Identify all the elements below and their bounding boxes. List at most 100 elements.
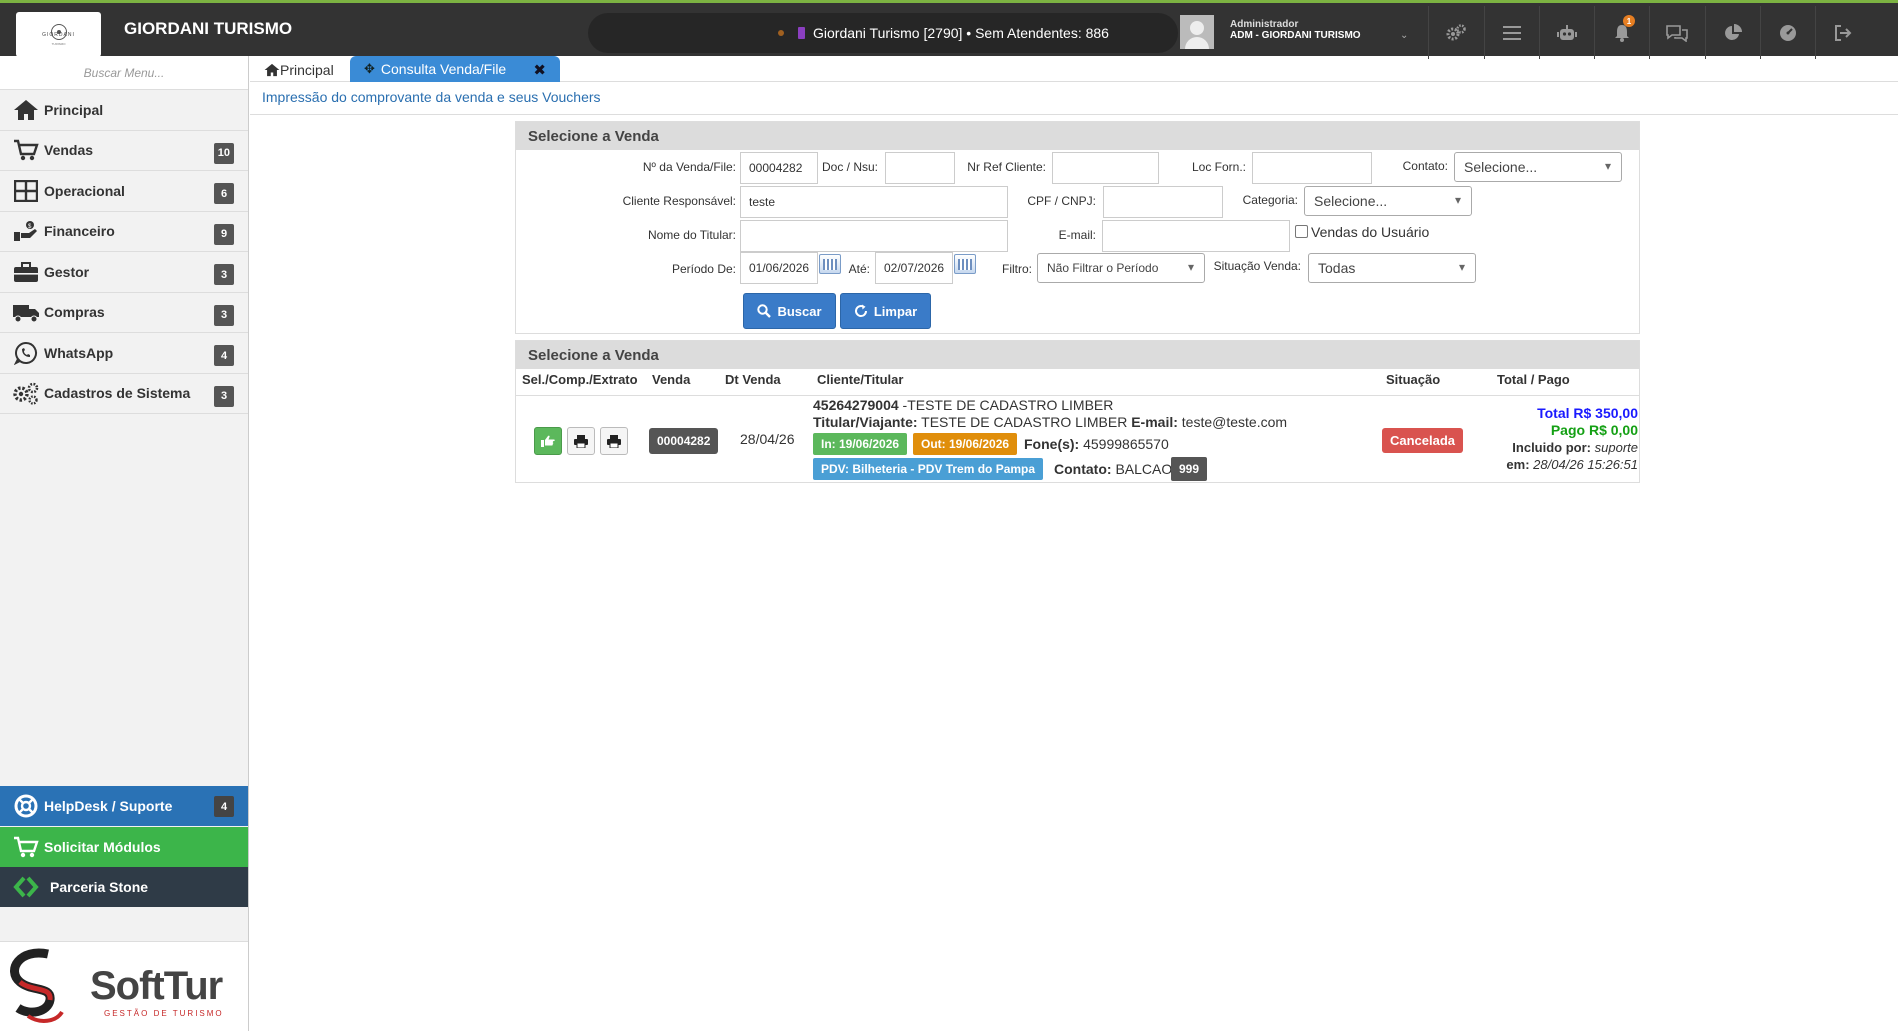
close-icon[interactable]: ✖: [533, 61, 546, 79]
email-input[interactable]: [1102, 220, 1290, 252]
notification-badge: 1: [1623, 15, 1635, 27]
column-header: Total / Pago: [1497, 372, 1570, 387]
sidebar-item-solicitar-modulos[interactable]: Solicitar Módulos: [0, 827, 248, 867]
em-line: em: 28/04/26 15:26:51: [1506, 457, 1638, 472]
locforn-input[interactable]: [1252, 152, 1372, 184]
sidebar-item-vendas[interactable]: Vendas 10: [0, 131, 248, 171]
sidebar-item-gestor[interactable]: Gestor 3: [0, 252, 248, 293]
logo-text: GIORDANI: [42, 31, 75, 38]
incluido-line: Incluido por: suporte: [1512, 440, 1638, 455]
situacao-select[interactable]: Todas: [1308, 253, 1476, 283]
incluido-value: suporte: [1594, 440, 1638, 455]
periodo-de-input[interactable]: 01/06/2026: [740, 252, 818, 284]
pdv-badge: PDV: Bilheteria - PDV Trem do Pampa: [813, 458, 1044, 480]
fone-line: Fone(s): 45999865570: [1024, 436, 1169, 452]
sidebar-item-principal[interactable]: Principal: [0, 90, 248, 131]
column-header: Cliente/Titular: [817, 372, 904, 387]
cliente-code: 45264279004: [813, 397, 899, 413]
fone-label: Fone(s):: [1024, 436, 1080, 452]
fone-value: 45999865570: [1083, 436, 1169, 452]
user-role: Administrador: [1230, 19, 1299, 30]
whatsapp-icon: [12, 339, 40, 367]
tab-bar: Principal ✥ Consulta Venda/File ✖: [250, 56, 1898, 82]
calendar-icon[interactable]: [954, 254, 976, 274]
robot-icon: [1557, 24, 1577, 40]
logout-button[interactable]: [1815, 6, 1870, 59]
sidebar-item-helpdesk[interactable]: HelpDesk / Suporte 4: [0, 786, 248, 826]
sidebar-item-compras[interactable]: Compras 3: [0, 293, 248, 333]
agency-info-text: Giordani Turismo [2790] • Sem Atendentes…: [813, 25, 1109, 41]
panel-title: Selecione a Venda: [516, 341, 1639, 369]
contato-label: Contato:: [1402, 159, 1448, 173]
phone-icon: [798, 27, 805, 39]
doc-input[interactable]: [885, 152, 955, 184]
categoria-label: Categoria:: [1242, 193, 1298, 207]
user-menu[interactable]: Administrador ADM - GIORDANI TURISMO ⌄: [1180, 6, 1420, 59]
reports-button[interactable]: [1705, 6, 1760, 59]
menu-button[interactable]: [1484, 6, 1539, 59]
tab-consulta-venda[interactable]: ✥ Consulta Venda/File ✖: [350, 56, 560, 82]
settings-button[interactable]: [1428, 6, 1483, 59]
robot-button[interactable]: [1539, 6, 1594, 59]
pago-value: Pago R$ 0,00: [1550, 422, 1638, 438]
titular-value: TESTE DE CADASTRO LIMBER: [921, 414, 1128, 430]
sidebar-item-operacional[interactable]: Operacional 6: [0, 171, 248, 212]
sidebar-item-financeiro[interactable]: $ Financeiro 9: [0, 212, 248, 252]
venda-number-badge[interactable]: 00004282: [649, 428, 719, 454]
contato-label: Contato:: [1054, 461, 1112, 477]
move-icon: ✥: [364, 61, 375, 76]
tab-label: Principal: [280, 62, 334, 78]
tab-principal[interactable]: Principal: [264, 58, 334, 82]
panel-title: Selecione a Venda: [516, 122, 1639, 150]
email-value: teste@teste.com: [1181, 414, 1288, 430]
brand-title: GIORDANI TURISMO: [124, 19, 293, 38]
cpf-input[interactable]: [1103, 186, 1223, 218]
tab-label: Consulta Venda/File: [380, 61, 507, 77]
logo-subtext: TURISMO: [51, 41, 66, 46]
categoria-select[interactable]: Selecione...: [1304, 186, 1472, 216]
cliente-input[interactable]: teste: [740, 186, 1008, 218]
em-label: em:: [1506, 457, 1530, 472]
select-button[interactable]: [534, 427, 562, 455]
agency-info-pill[interactable]: Giordani Turismo [2790] • Sem Atendentes…: [588, 13, 1178, 53]
menu-search-input[interactable]: Buscar Menu...: [0, 56, 248, 90]
titular-input[interactable]: [740, 220, 1008, 252]
home-icon: [12, 96, 40, 124]
print-extrato-button[interactable]: [600, 427, 628, 455]
contato-select[interactable]: Selecione...: [1454, 152, 1622, 182]
sidebar-item-label: HelpDesk / Suporte: [44, 798, 173, 814]
buscar-button[interactable]: Buscar: [743, 293, 836, 329]
notifications-button[interactable]: 1: [1594, 6, 1649, 59]
sidebar-item-whatsapp[interactable]: WhatsApp 4: [0, 333, 248, 374]
briefcase-icon: [12, 258, 40, 286]
softtur-name: SoftTur: [90, 964, 223, 1008]
venda-label: Nº da Venda/File:: [642, 160, 736, 174]
print-comprovante-button[interactable]: [567, 427, 595, 455]
sidebar: Buscar Menu... Principal Vendas 10 Opera…: [0, 56, 249, 1031]
calendar-icon[interactable]: [819, 254, 841, 274]
chat-button[interactable]: [1649, 6, 1704, 59]
vendas-usuario-label: Vendas do Usuário: [1311, 224, 1430, 240]
money-icon: $: [12, 217, 40, 245]
venda-input[interactable]: 00004282: [740, 152, 818, 184]
gears-icon: [12, 379, 40, 407]
periodo-ate-input[interactable]: 02/07/2026: [875, 252, 953, 284]
sidebar-item-label: Compras: [44, 304, 105, 321]
print-icon: [574, 434, 588, 448]
sidebar-item-badge: 3: [214, 385, 234, 407]
sidebar-item-badge: 4: [214, 345, 234, 366]
vendas-usuario-checkbox[interactable]: [1295, 225, 1308, 238]
sidebar-item-cadastros[interactable]: Cadastros de Sistema 3: [0, 374, 248, 414]
sidebar-item-badge: 10: [213, 142, 234, 164]
limpar-button[interactable]: Limpar: [840, 293, 931, 329]
sidebar-item-parceria-stone[interactable]: Parceria Stone: [0, 867, 248, 907]
company-logo[interactable]: GIORDANI TURISMO: [16, 12, 101, 57]
nrref-input[interactable]: [1052, 152, 1159, 184]
sidebar-item-label: Financeiro: [44, 223, 115, 240]
speedometer-icon: [1780, 24, 1796, 41]
caret-down-icon: ⌄: [1400, 30, 1409, 41]
filtro-select[interactable]: Não Filtrar o Período: [1037, 253, 1205, 283]
dashboard-button[interactable]: [1760, 6, 1815, 59]
email-label: E-mail:: [1058, 228, 1096, 242]
top-navbar: GIORDANI TURISMO GIORDANI TURISMO Giorda…: [0, 0, 1898, 59]
